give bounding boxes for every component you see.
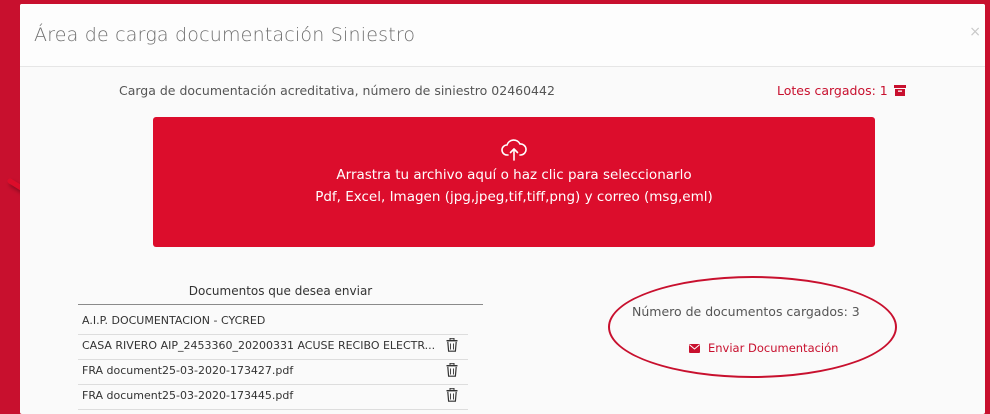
document-name: FRA document25-03-2020-173445.pdf — [82, 389, 294, 402]
documents-header: Documentos que desea enviar — [78, 284, 483, 305]
document-name: FRA document25-03-2020-173427.pdf — [82, 364, 294, 377]
claim-subtitle: Carga de documentación acreditativa, núm… — [119, 83, 555, 98]
trash-icon[interactable] — [446, 388, 458, 402]
documents-count: Número de documentos cargados: 3 — [632, 304, 860, 319]
document-row: FRA document25-03-2020-173427.pdf — [78, 360, 468, 385]
document-name: CASA RIVERO AIP_2453360_20200331 ACUSE R… — [82, 339, 436, 352]
dialog-title: Área de carga documentación Siniestro — [34, 24, 416, 46]
highlight-ellipse — [608, 276, 897, 378]
trash-icon[interactable] — [446, 338, 458, 352]
document-row: A.I.P. DOCUMENTACION - CYCRED — [78, 310, 468, 335]
document-name: A.I.P. DOCUMENTACION - CYCRED — [82, 314, 266, 327]
send-label: Enviar Documentación — [708, 341, 839, 355]
upload-dialog: Área de carga documentación Siniestro × … — [20, 4, 985, 414]
close-icon[interactable]: × — [969, 24, 981, 40]
envelope-icon — [689, 343, 700, 353]
cloud-upload-icon — [501, 139, 527, 161]
dropzone-instruction: Arrastra tu archivo aquí o haz clic para… — [336, 167, 692, 183]
dropzone-formats: Pdf, Excel, Imagen (jpg,jpeg,tif,tiff,pn… — [315, 189, 713, 205]
box-icon — [893, 85, 906, 96]
document-row: FRA document25-03-2020-173445.pdf — [78, 385, 468, 410]
lotes-cargados[interactable]: Lotes cargados: 1 — [777, 83, 906, 98]
dialog-header: Área de carga documentación Siniestro × — [20, 4, 985, 67]
file-dropzone[interactable]: Arrastra tu archivo aquí o haz clic para… — [153, 117, 875, 247]
trash-icon[interactable] — [446, 363, 458, 377]
lotes-label: Lotes cargados: 1 — [777, 83, 888, 98]
document-row: CASA RIVERO AIP_2453360_20200331 ACUSE R… — [78, 335, 468, 360]
send-documentation-button[interactable]: Enviar Documentación — [689, 341, 838, 355]
